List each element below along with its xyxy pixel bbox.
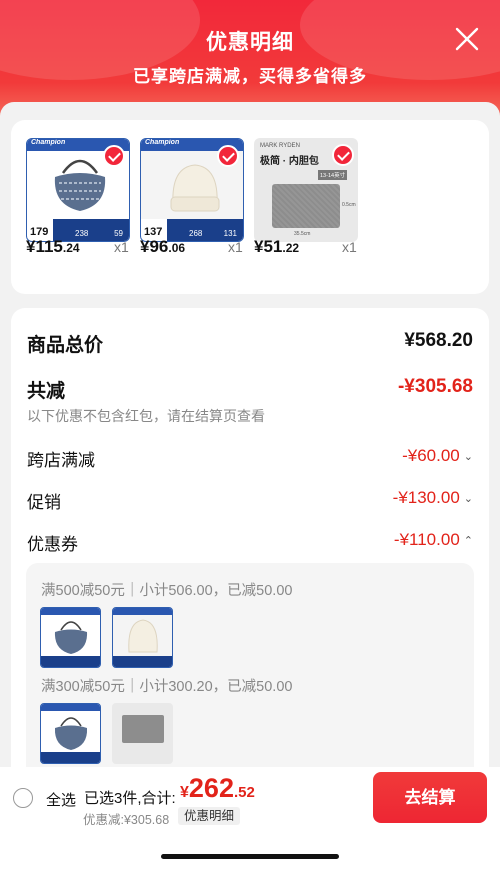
product-price: ¥115.24 <box>26 237 80 256</box>
checkout-button[interactable]: 去结算 <box>373 772 487 823</box>
page-subtitle: 已享跨店满减，买得多省得多 <box>133 67 367 86</box>
hat-image <box>170 164 220 212</box>
product-price-row: ¥51.22 x1 <box>254 237 374 259</box>
home-indicator <box>161 854 339 859</box>
discount-row-value: -¥110.00 <box>393 530 460 549</box>
chevron-down-icon: ⌄ <box>463 493 473 506</box>
discount-detail-button[interactable]: 优惠明细 <box>178 807 241 825</box>
product-quantity: x1 <box>114 239 129 255</box>
product-thumbnail[interactable]: Champion 179 238 59 <box>26 138 130 242</box>
discount-summary: 优惠减:¥305.68 <box>83 813 170 827</box>
coupon-product-thumbnail[interactable] <box>40 607 101 668</box>
product-quantity: x1 <box>342 239 357 255</box>
price-breakdown-card: 商品总价 ¥568.20 共减 -¥305.68 以下优惠不包含红包，请在结算页… <box>11 308 489 788</box>
discount-total-value: -¥305.68 <box>397 376 473 397</box>
coupon-product-thumbnail[interactable] <box>112 703 173 764</box>
select-all-radio[interactable] <box>13 788 33 808</box>
sleeve-image <box>272 184 340 228</box>
coupon-product-thumbnail[interactable] <box>112 607 173 668</box>
discount-row-value: -¥130.00 <box>392 488 460 507</box>
discount-total-label: 共减 <box>27 381 66 402</box>
product-thumbnail[interactable]: MARK RYDEN 极简 · 内胆包 13-14英寸 35.5cm 0.5cm <box>254 138 358 242</box>
thumb-dimension: 0.5cm <box>342 202 356 208</box>
selected-check-icon[interactable] <box>217 145 239 167</box>
checkout-bar: 全选 已选3件,合计: ¥262.52 优惠减:¥305.68 优惠明细 去结算 <box>0 767 500 871</box>
selected-check-icon[interactable] <box>332 144 354 166</box>
page-title: 优惠明细 <box>206 31 294 54</box>
product-quantity: x1 <box>228 239 243 255</box>
discount-hint: 以下优惠不包含红包，请在结算页查看 <box>27 408 265 424</box>
total-amount: ¥262.52 <box>180 773 255 803</box>
selected-count-label: 已选3件,合计: <box>84 790 176 807</box>
bag-image <box>54 159 106 211</box>
discount-row-label: 促销 <box>27 493 61 512</box>
coupon-detail-panel: 满500减50元｜小计506.00，已减50.00 满300减50元｜小计300… <box>26 563 474 788</box>
chevron-up-icon: ⌃ <box>463 535 473 548</box>
discount-row-promotion[interactable]: -¥130.00 ⌄ <box>393 488 473 508</box>
product-item[interactable]: MARK RYDEN 极简 · 内胆包 13-14英寸 35.5cm 0.5cm <box>254 138 358 242</box>
thumb-title: 极简 · 内胆包 <box>260 156 319 167</box>
total-price-label: 商品总价 <box>27 335 104 356</box>
discount-row-cross-store[interactable]: -¥60.00 ⌄ <box>402 446 473 466</box>
product-item[interactable]: Champion 137 268 131 <box>140 138 244 242</box>
promo-header: 优惠明细 已享跨店满减，买得多省得多 <box>0 0 500 118</box>
product-item[interactable]: Champion 179 238 59 <box>26 138 130 242</box>
coupon-rule: 满500减50元｜小计506.00，已减50.00 <box>41 583 293 599</box>
brand-logo: MARK RYDEN <box>260 143 300 149</box>
product-price: ¥96.06 <box>140 237 186 256</box>
product-thumbnail[interactable]: Champion 137 268 131 <box>140 138 244 242</box>
chevron-down-icon: ⌄ <box>463 451 473 464</box>
coupon-rule: 满300减50元｜小计300.20，已减50.00 <box>41 679 293 695</box>
selected-products-card: Champion 179 238 59 ¥115.24 x1 Champion <box>11 120 489 294</box>
discount-row-coupon[interactable]: -¥110.00 ⌃ <box>394 530 473 550</box>
sleeve-image <box>122 715 164 743</box>
product-price-row: ¥115.24 x1 <box>26 237 146 259</box>
brand-logo: Champion <box>145 139 180 146</box>
discount-row-label: 跨店满减 <box>27 451 95 470</box>
product-price-row: ¥96.06 x1 <box>140 237 260 259</box>
discount-row-label: 优惠券 <box>27 535 78 554</box>
thumb-tag: 13-14英寸 <box>318 170 348 180</box>
select-all-label[interactable]: 全选 <box>46 789 76 810</box>
coupon-product-thumbnail[interactable] <box>40 703 101 764</box>
selected-check-icon[interactable] <box>103 145 125 167</box>
product-price: ¥51.22 <box>254 237 300 256</box>
discount-row-value: -¥60.00 <box>402 446 460 465</box>
total-price-value: ¥568.20 <box>404 330 473 351</box>
close-icon[interactable] <box>454 26 480 52</box>
brand-logo: Champion <box>31 139 66 146</box>
